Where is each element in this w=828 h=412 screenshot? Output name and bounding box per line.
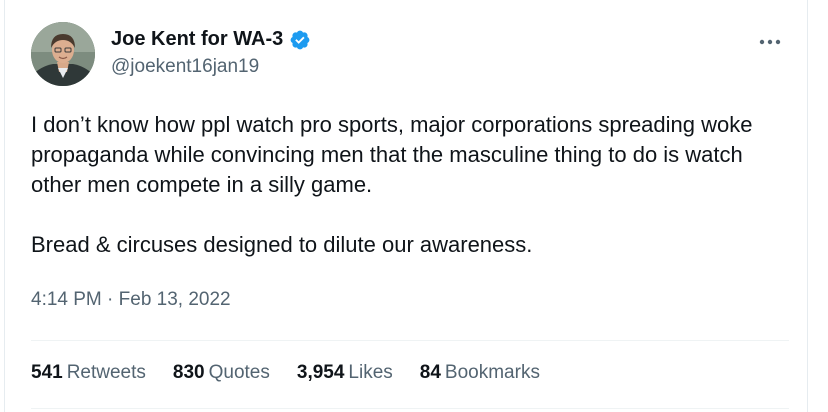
tweet-text: I don’t know how ppl watch pro sports, m… [31, 110, 791, 260]
verified-badge-icon [290, 30, 310, 49]
more-icon[interactable] [755, 30, 785, 54]
bookmarks-stat[interactable]: 84 Bookmarks [420, 362, 540, 384]
author-name-row: Joe Kent for WA-3 [111, 28, 311, 51]
avatar-image [31, 22, 95, 86]
likes-label: Likes [348, 362, 393, 383]
divider [31, 408, 789, 409]
author-handle[interactable]: @joekent16jan19 [111, 56, 259, 78]
tweet-paragraph: I don’t know how ppl watch pro sports, m… [31, 112, 753, 197]
author-display-name[interactable]: Joe Kent for WA-3 [111, 28, 283, 51]
tweet-card: Joe Kent for WA-3 @joekent16jan19 I don’… [4, 0, 808, 412]
avatar[interactable] [31, 22, 95, 86]
quotes-count: 830 [172, 362, 205, 383]
bookmarks-count: 84 [419, 362, 441, 383]
likes-count: 3,954 [296, 362, 345, 383]
tweet-paragraph: Bread & circuses designed to dilute our … [31, 232, 533, 257]
tweet-timestamp[interactable]: 4:14 PM · Feb 13, 2022 [31, 289, 231, 311]
bookmarks-label: Bookmarks [444, 362, 540, 383]
retweets-label: Retweets [66, 362, 146, 383]
retweets-count: 541 [31, 362, 63, 383]
likes-stat[interactable]: 3,954 Likes [297, 362, 393, 384]
divider [31, 340, 789, 341]
retweets-stat[interactable]: 541 Retweets [31, 362, 146, 384]
quotes-label: Quotes [208, 362, 270, 383]
engagement-stats: 541 Retweets 830 Quotes 3,954 Likes 84 Bookm… [31, 362, 540, 384]
quotes-stat[interactable]: 830 Quotes [173, 362, 270, 384]
